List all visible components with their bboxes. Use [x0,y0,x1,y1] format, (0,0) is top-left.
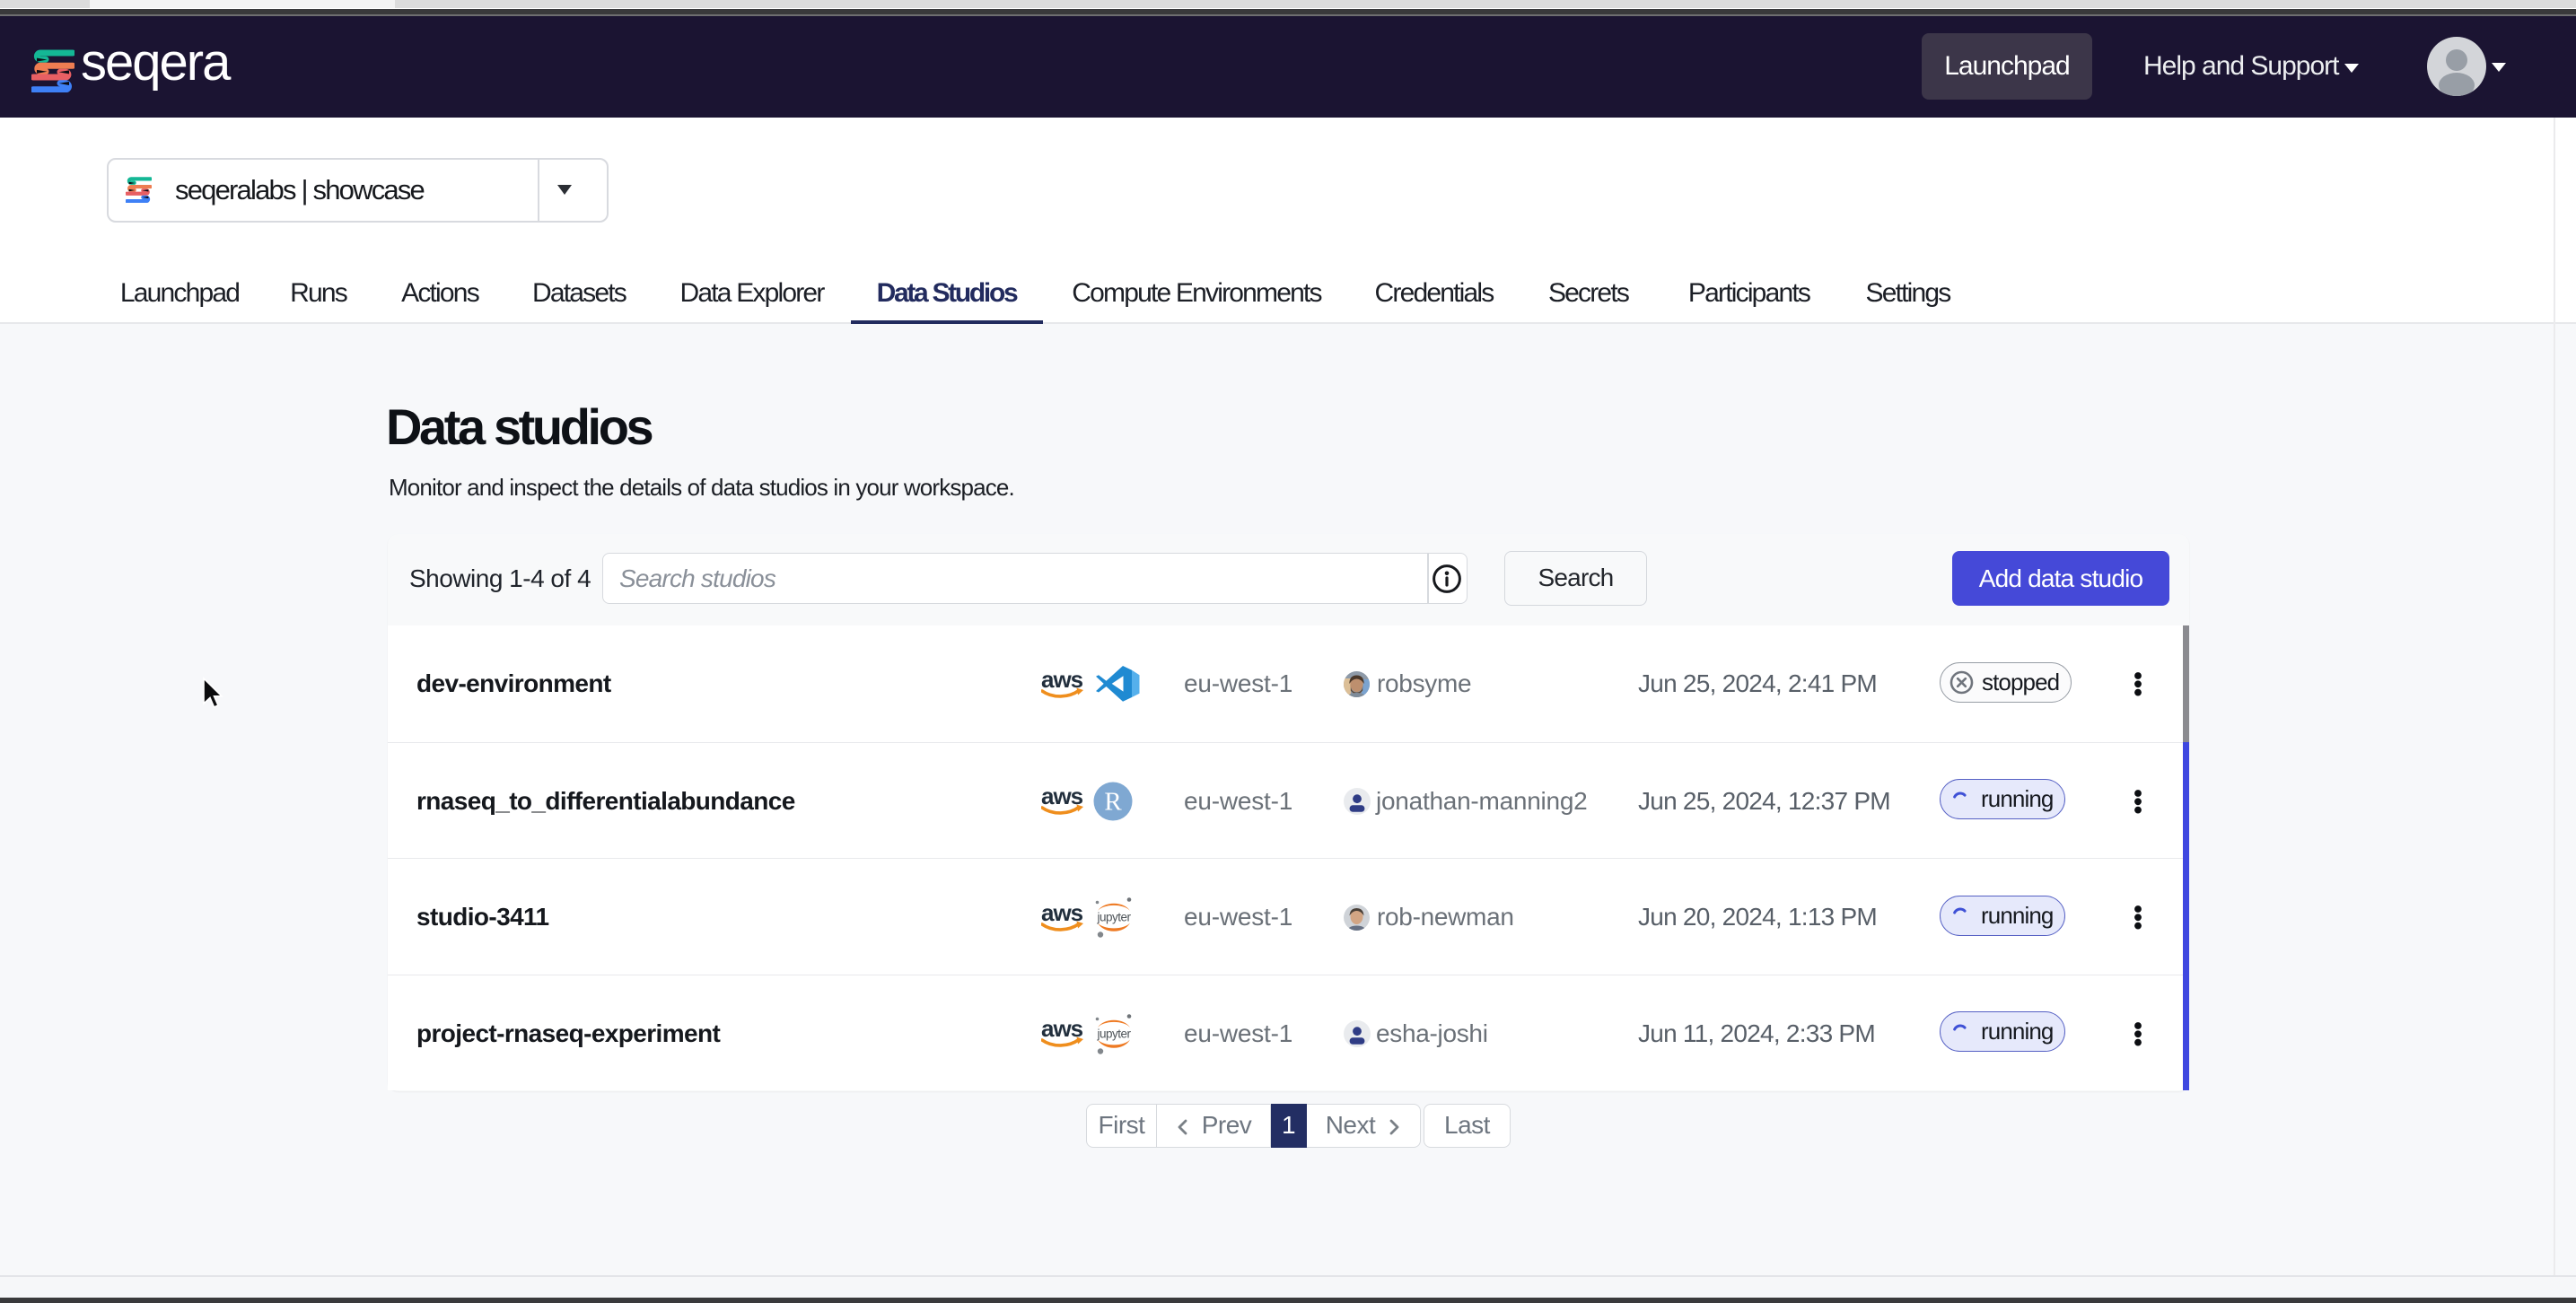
svg-text:R: R [1104,787,1122,816]
